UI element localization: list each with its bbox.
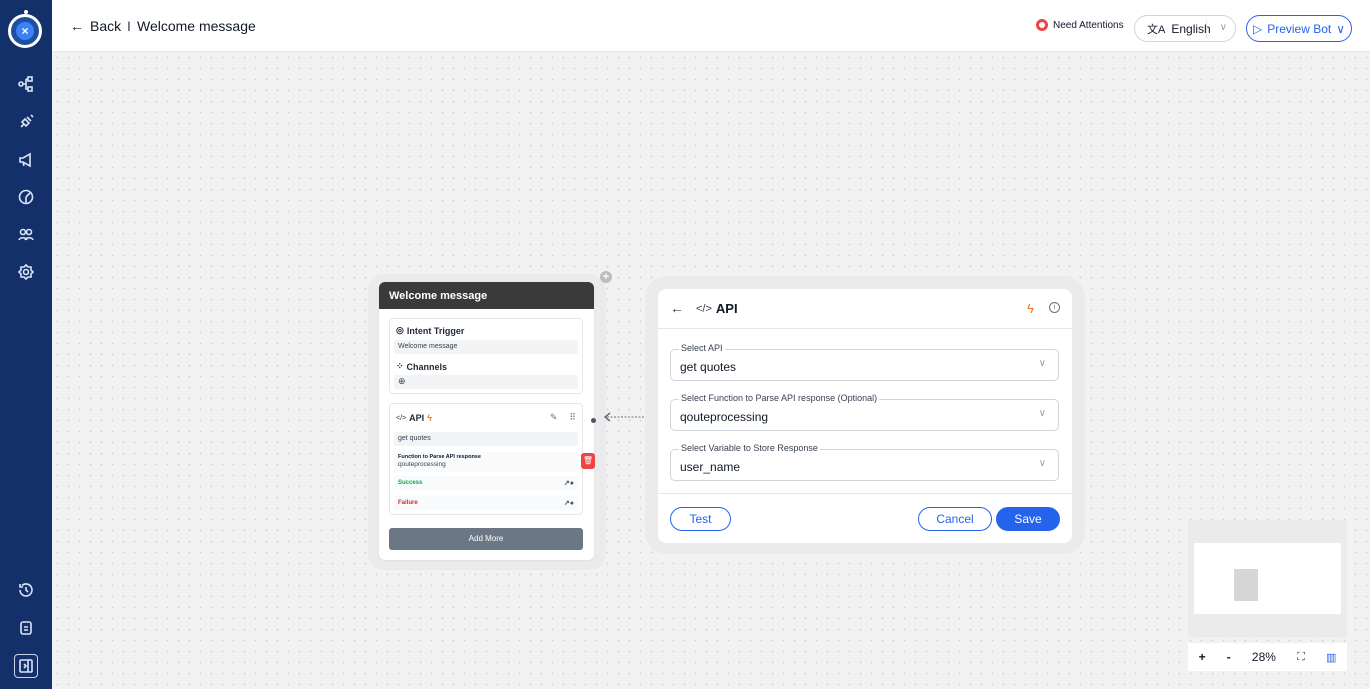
channels-icon: ⁘ [396,361,404,371]
success-label: Success [398,480,423,486]
select-variable-label: Select Variable to Store Response [679,443,820,453]
zoom-in-button[interactable]: + [1199,650,1206,664]
chevron-down-icon: ∨ [1336,21,1346,36]
failure-label: Failure [398,500,418,506]
code-icon: </> [396,414,407,422]
api-value: get quotes [394,432,578,446]
panel-title: </> API [696,301,738,316]
play-icon: ▷ [1252,21,1263,36]
select-divider [1206,20,1207,38]
minimap-node [1234,569,1258,601]
connect-arrow-icon[interactable]: ↗● [564,499,574,507]
edit-icon[interactable]: ✎ [550,412,558,423]
history-icon[interactable] [14,578,38,602]
target-icon: ◎ [396,325,404,335]
settings-icon[interactable] [14,260,38,284]
select-variable-field[interactable]: Select Variable to Store Response user_n… [670,443,1059,481]
code-icon: </> [696,302,712,315]
analytics-icon[interactable] [14,185,38,209]
add-more-button[interactable]: Add More [389,528,583,550]
top-bar: ← Back I Welcome message Need Attentions… [52,0,1370,52]
function-label: Function to Parse API response [398,454,481,460]
welcome-node[interactable]: Welcome message ◎ Intent Trigger Welcome… [379,282,594,560]
panel-divider [658,493,1072,494]
chevron-down-icon: ∨ [1038,358,1046,369]
fit-screen-icon[interactable]: ⛶ [1297,651,1305,664]
language-select[interactable]: 文A English ∨ [1134,15,1236,42]
failure-branch[interactable]: Failure ↗● [394,496,578,510]
save-button[interactable]: Save [996,507,1060,531]
zoom-out-button[interactable]: - [1227,650,1231,664]
users-icon[interactable] [14,222,38,246]
preview-bot-button[interactable]: ▷ Preview Bot ∨ [1246,15,1352,42]
chevron-down-icon: ∨ [1038,458,1046,469]
node-title: Welcome message [379,282,594,309]
function-value: qouteprocessing [398,461,446,468]
intent-trigger-section[interactable]: ◎ Intent Trigger Welcome message ⁘ Chann… [389,318,583,394]
api-heading: </> API ϟ [396,413,432,423]
info-icon[interactable]: i [1049,302,1060,313]
need-attentions-label: Need Attentions [1053,19,1124,31]
need-attentions-button[interactable]: Need Attentions [1036,19,1124,31]
test-button[interactable]: Test [670,507,731,531]
back-label: Back [90,18,122,34]
connect-arrow-icon[interactable]: ↗● [564,479,574,487]
sidebar: × [0,0,52,689]
app-logo[interactable]: × [8,10,42,48]
bolt-icon: ϟ [427,413,432,423]
select-variable-value: user_name [680,460,741,474]
drag-handle-icon[interactable]: ⠿ [569,412,576,423]
success-branch[interactable]: Success ↗● [394,476,578,490]
preview-label: Preview Bot [1267,21,1332,36]
panel-header: ← </> API ϟ i [658,289,1072,329]
zoom-level: 28% [1251,650,1276,664]
api-section[interactable]: </> API ϟ ✎ ⠿ get quotes Function to Par… [389,403,583,515]
page-title: Welcome message [137,18,256,34]
chevron-down-icon: ∨ [1038,408,1046,419]
intent-trigger-heading: ◎ Intent Trigger [396,325,465,336]
flow-icon[interactable] [14,72,38,96]
channels-heading: ⁘ Channels [396,361,448,372]
add-node-icon[interactable]: + [600,271,612,283]
chevron-down-icon: ∨ [1219,22,1227,33]
plug-icon[interactable] [14,110,38,134]
intent-value: Welcome message [394,340,578,354]
cancel-button[interactable]: Cancel [918,507,992,531]
node-port[interactable] [591,418,596,423]
select-api-label: Select API [679,343,725,353]
panel-back-icon[interactable]: ← [670,300,684,316]
title-separator: I [127,18,131,34]
select-function-label: Select Function to Parse API response (O… [679,393,880,403]
select-function-value: qouteprocessing [680,410,769,424]
select-api-field[interactable]: Select API get quotes ∨ [670,343,1059,381]
alert-icon [1036,19,1048,31]
bolt-icon: ϟ [1027,301,1034,316]
map-icon[interactable]: ▥ [1326,651,1336,664]
arrow-left-icon: ← [70,18,84,34]
language-value: English [1171,21,1211,36]
collapse-sidebar-icon[interactable] [14,654,38,678]
select-function-field[interactable]: Select Function to Parse API response (O… [670,393,1059,431]
minimap-viewport [1194,543,1341,614]
delete-icon[interactable]: 🗑 [581,453,595,469]
minimap[interactable] [1188,520,1347,637]
api-config-panel: ← </> API ϟ i Select API get quotes ∨ Se… [658,289,1072,543]
globe-icon: ⊕ [394,375,578,389]
translate-icon: 文A [1147,23,1166,36]
zoom-controls: + - 28% ⛶ ▥ [1188,643,1347,671]
document-icon[interactable] [14,616,38,640]
function-block: Function to Parse API response qouteproc… [394,452,578,472]
megaphone-icon[interactable] [14,148,38,172]
back-button[interactable]: ← Back [70,18,121,34]
select-api-value: get quotes [680,360,737,374]
